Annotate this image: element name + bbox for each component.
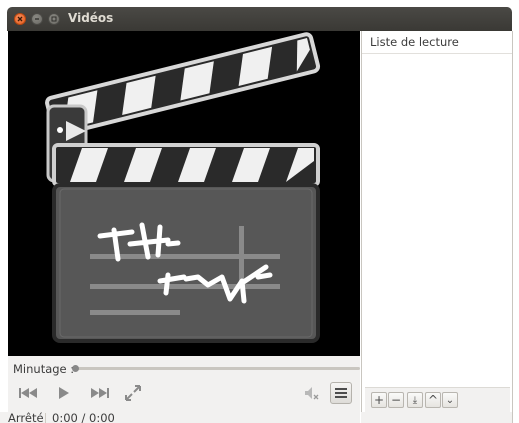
playlist-panel: Liste de lecture + − ⤓ ^ ⌄ xyxy=(361,31,513,413)
next-icon[interactable] xyxy=(86,382,112,404)
volume-muted-icon[interactable] xyxy=(300,382,322,404)
playlist-toggle-icon xyxy=(335,388,347,398)
playlist-remove-button[interactable]: − xyxy=(388,392,404,408)
status-bar-right xyxy=(361,412,512,423)
seek-label: Minutage : xyxy=(13,362,75,376)
minimize-icon xyxy=(35,18,39,20)
close-icon xyxy=(17,16,23,22)
status-bar: Arrêté 0:00 / 0:00 xyxy=(0,412,360,423)
window-title: Vidéos xyxy=(68,11,114,25)
playlist-move-up-button[interactable]: ^ xyxy=(425,392,441,408)
status-separator xyxy=(45,413,46,423)
playback-time: 0:00 / 0:00 xyxy=(52,412,115,423)
video-player-window: Vidéos Minutage: Liste de lecture + − ⤓… xyxy=(0,0,519,423)
maximize-button[interactable] xyxy=(48,13,60,25)
playback-controls: Minutage : xyxy=(8,356,360,412)
maximize-icon xyxy=(51,16,57,22)
title-bar[interactable]: Vidéos xyxy=(7,7,512,31)
clapperboard-icon xyxy=(45,32,321,343)
minimize-button[interactable] xyxy=(31,13,43,25)
fullscreen-icon[interactable] xyxy=(122,382,144,404)
close-button[interactable] xyxy=(14,13,26,25)
playback-state: Arrêté xyxy=(8,412,44,423)
video-area[interactable] xyxy=(8,31,360,356)
seek-handle[interactable] xyxy=(72,365,79,372)
playlist-header: Liste de lecture xyxy=(362,31,513,54)
playlist-title: Liste de lecture xyxy=(370,35,459,49)
window-frame-right xyxy=(512,31,513,423)
play-icon[interactable] xyxy=(52,382,74,404)
playlist-toolbar: + − ⤓ ^ ⌄ xyxy=(365,387,510,413)
playlist-move-down-button[interactable]: ⌄ xyxy=(442,392,458,408)
playlist-list[interactable] xyxy=(365,54,510,384)
playlist-save-button[interactable]: ⤓ xyxy=(407,392,423,408)
previous-icon[interactable] xyxy=(16,382,42,404)
playlist-add-button[interactable]: + xyxy=(371,392,387,408)
seek-slider[interactable] xyxy=(72,365,360,372)
playlist-toggle-button[interactable] xyxy=(330,382,352,404)
